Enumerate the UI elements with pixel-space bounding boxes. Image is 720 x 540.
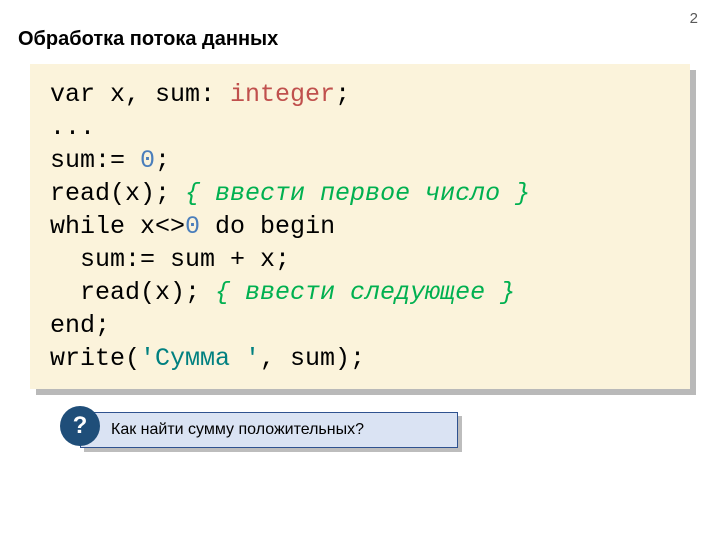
code-comment: { ввести первое число } [185,179,530,208]
question-badge: ? [60,406,100,446]
question-mark-icon: ? [73,412,88,440]
code-text: ; [155,146,170,175]
code-block-wrapper: var x, sum: integer; ... sum:= 0; read(x… [30,64,690,389]
code-text: end; [50,311,110,340]
code-number: 0 [140,146,155,175]
page-title: Обработка потока данных [18,28,278,51]
code-text: do begin [200,212,335,241]
code-number: 0 [185,212,200,241]
question-callout: Как найти сумму положительных? [80,412,458,448]
code-text: sum:= [50,146,140,175]
callout-body: Как найти сумму положительных? [80,412,458,448]
code-text: , sum); [260,344,365,373]
code-string: 'Сумма ' [140,344,260,373]
code-text: ; [335,80,350,109]
callout-text: Как найти сумму положительных? [111,421,364,439]
code-text: write( [50,344,140,373]
code-block: var x, sum: integer; ... sum:= 0; read(x… [30,64,690,389]
code-comment: { ввести следующее } [215,278,515,307]
code-text: read(x); [50,278,215,307]
page-number: 2 [690,10,698,27]
code-text: read(x); [50,179,185,208]
code-text: sum:= sum + x; [50,245,290,274]
code-keyword: integer [230,80,335,109]
code-text: ... [50,113,95,142]
code-text: while x<> [50,212,185,241]
code-text: var x, sum: [50,80,230,109]
